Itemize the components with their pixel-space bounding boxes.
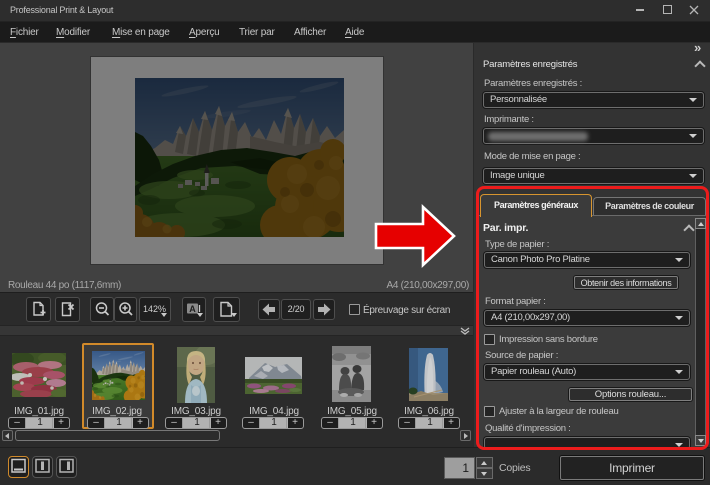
svg-text:A: A — [189, 304, 196, 314]
